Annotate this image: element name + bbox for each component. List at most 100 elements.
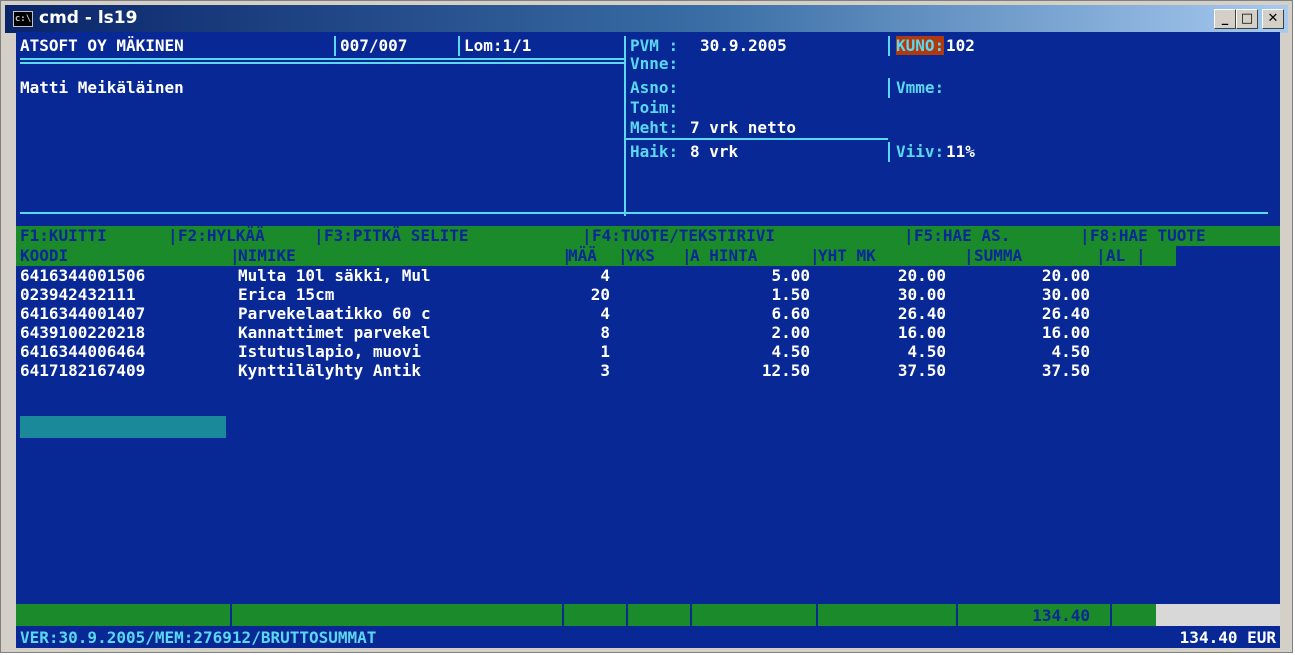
kuno-value[interactable]: 102 xyxy=(946,36,975,55)
row-nimike: Multa 10l säkki, Mul xyxy=(238,266,431,285)
row-nimike: Kannattimet parvekel xyxy=(238,323,431,342)
table-row[interactable]: 6416344006464 Istutuslapio, muovi 1 4.50… xyxy=(16,342,1280,361)
row-a-hinta: 5.00 xyxy=(771,266,810,285)
vmme-label: Vmme: xyxy=(896,78,945,97)
row-yht: 37.50 xyxy=(897,361,946,380)
row-nimike: Kynttilälyhty Antik xyxy=(238,361,422,380)
row-maa: 20 xyxy=(590,285,610,304)
col-maa: MÄÄ xyxy=(568,246,597,265)
console[interactable]: ATSOFT OY MÄKINEN 007/007 Lom:1/1 PVM : … xyxy=(16,32,1280,648)
col-yks: YKS xyxy=(626,246,655,265)
grand-total: 134.40 EUR xyxy=(1179,628,1276,647)
row-a-hinta: 4.50 xyxy=(771,342,810,361)
table-row[interactable]: 6416344001407 Parvekelaatikko 60 c 4 6.6… xyxy=(16,304,1280,323)
form-indicator: Lom:1/1 xyxy=(464,36,532,55)
row-koodi: 6416344001506 xyxy=(20,266,146,285)
divider: | xyxy=(314,226,324,245)
minimize-icon: _ xyxy=(1221,11,1229,26)
divider: | xyxy=(964,246,974,265)
divider xyxy=(956,604,958,626)
f1-key[interactable]: F1:KUITTI xyxy=(20,226,107,245)
f3-key[interactable]: F3:PITKÄ SELITE xyxy=(324,226,469,245)
window-title: cmd - ls19 xyxy=(39,8,138,28)
divider xyxy=(888,36,890,56)
scroll-remainder xyxy=(1156,604,1280,626)
customer-name[interactable]: Matti Meikäläinen xyxy=(20,78,184,97)
row-maa: 4 xyxy=(600,266,610,285)
divider xyxy=(562,604,564,626)
divider xyxy=(888,78,890,98)
title-bar[interactable]: c:\ cmd - ls19 _ □ ✕ xyxy=(5,5,1288,33)
header-bottom-line xyxy=(20,212,1268,214)
row-koodi: 6416344001407 xyxy=(20,304,146,323)
divider: | xyxy=(582,226,592,245)
table-row[interactable]: 6416344001506 Multa 10l säkki, Mul 4 5.0… xyxy=(16,266,1280,285)
row-summa: 20.00 xyxy=(1041,266,1090,285)
close-button[interactable]: ✕ xyxy=(1262,9,1284,29)
header-separator xyxy=(20,58,624,60)
row-yht: 26.40 xyxy=(897,304,946,323)
row-maa: 8 xyxy=(600,323,610,342)
page-indicator: 007/007 xyxy=(340,36,408,55)
row-koodi: 6416344006464 xyxy=(20,342,146,361)
pvm-value[interactable]: 30.9.2005 xyxy=(700,36,787,55)
table-row[interactable]: 6439100220218 Kannattimet parvekel 8 2.0… xyxy=(16,323,1280,342)
minimize-button[interactable]: _ xyxy=(1214,9,1236,29)
row-summa: 30.00 xyxy=(1041,285,1090,304)
col-yht-mk: YHT MK xyxy=(818,246,876,265)
row-summa: 37.50 xyxy=(1041,361,1090,380)
col-a-hinta: A HINTA xyxy=(690,246,758,265)
divider: | xyxy=(904,226,914,245)
status-line: VER:30.9.2005/MEM:276912/BRUTTOSUMMAT xyxy=(20,628,377,647)
maximize-button[interactable]: □ xyxy=(1236,9,1258,29)
field-separator xyxy=(626,138,888,140)
row-yht: 30.00 xyxy=(897,285,946,304)
meht-value[interactable]: 7 vrk netto xyxy=(690,118,796,137)
toim-label: Toim: xyxy=(630,98,679,117)
row-nimike: Parvekelaatikko 60 c xyxy=(238,304,431,323)
f2-key[interactable]: F2:HYLKÄÄ xyxy=(178,226,265,245)
divider xyxy=(690,604,692,626)
maximize-icon: □ xyxy=(1240,11,1254,26)
meht-label: Meht: xyxy=(630,118,679,137)
vnne-label: Vnne: xyxy=(630,54,679,73)
divider xyxy=(816,604,818,626)
pvm-label: PVM : xyxy=(630,36,679,55)
f4-key[interactable]: F4:TUOTE/TEKSTIRIVI xyxy=(592,226,775,245)
viiv-label: Viiv: xyxy=(896,142,945,161)
divider xyxy=(888,142,890,162)
code-input-field[interactable] xyxy=(20,416,226,438)
row-koodi: 023942432111 xyxy=(20,285,136,304)
divider: | xyxy=(1136,246,1146,265)
divider xyxy=(1110,604,1112,626)
row-summa: 16.00 xyxy=(1041,323,1090,342)
row-maa: 1 xyxy=(600,342,610,361)
viiv-value[interactable]: 11% xyxy=(946,142,975,161)
row-koodi: 6417182167409 xyxy=(20,361,146,380)
divider xyxy=(334,36,336,56)
kuno-label: KUNO: xyxy=(896,36,945,55)
subtotal: 134.40 xyxy=(1032,606,1090,625)
console-icon[interactable]: c:\ xyxy=(13,11,33,27)
row-yht: 16.00 xyxy=(897,323,946,342)
table-row[interactable]: 6417182167409 Kynttilälyhty Antik 3 12.5… xyxy=(16,361,1280,380)
row-maa: 4 xyxy=(600,304,610,323)
col-nimike: NIMIKE xyxy=(238,246,296,265)
asno-label: Asno: xyxy=(630,78,679,97)
row-yht: 20.00 xyxy=(897,266,946,285)
haik-value[interactable]: 8 vrk xyxy=(690,142,738,161)
divider: | xyxy=(168,226,178,245)
divider xyxy=(626,604,628,626)
row-summa: 4.50 xyxy=(1051,342,1090,361)
divider xyxy=(458,36,460,56)
company-name: ATSOFT OY MÄKINEN xyxy=(20,36,184,55)
table-row[interactable]: 023942432111 Erica 15cm 20 1.50 30.00 30… xyxy=(16,285,1280,304)
row-a-hinta: 12.50 xyxy=(761,361,810,380)
row-a-hinta: 6.60 xyxy=(771,304,810,323)
f5-key[interactable]: F5:HAE AS. xyxy=(914,226,1010,245)
f8-key[interactable]: F8:HAE TUOTE xyxy=(1090,226,1206,245)
header-separator xyxy=(20,62,624,64)
row-koodi: 6439100220218 xyxy=(20,323,146,342)
row-summa: 26.40 xyxy=(1041,304,1090,323)
row-nimike: Istutuslapio, muovi xyxy=(238,342,422,361)
